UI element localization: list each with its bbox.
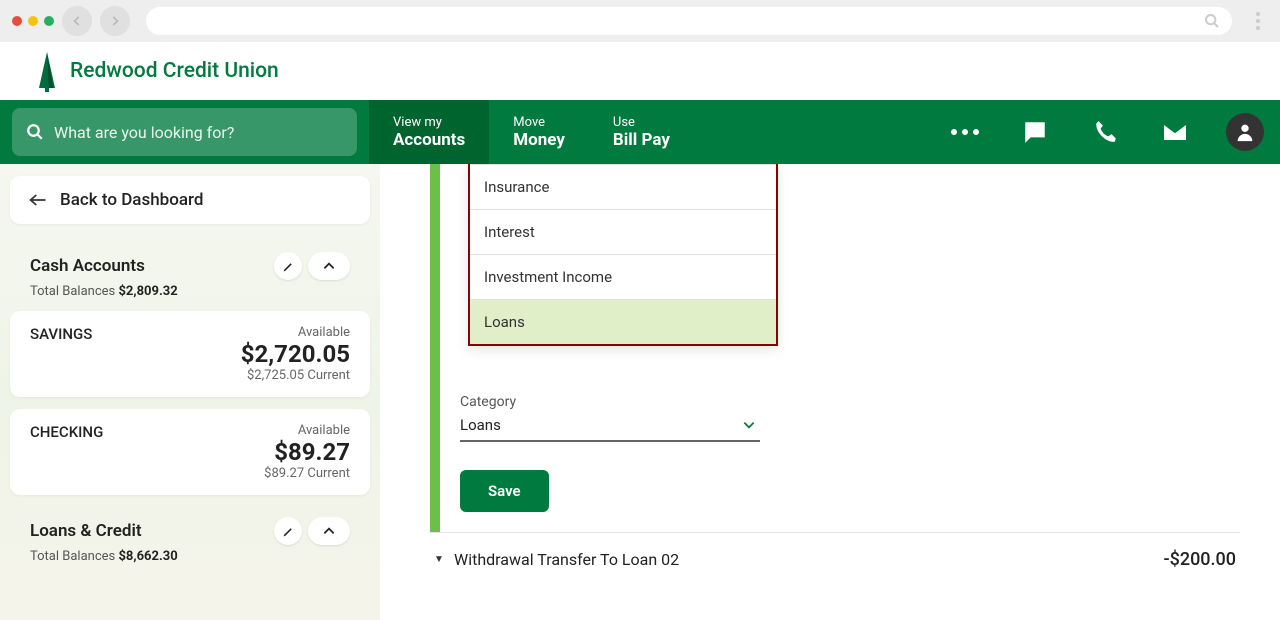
pencil-icon	[282, 525, 295, 538]
dropdown-item-interest[interactable]: Interest	[470, 209, 776, 254]
available-label: Available	[264, 423, 350, 438]
avatar-icon	[1226, 113, 1264, 151]
section-title: Cash Accounts	[30, 256, 268, 276]
nav-tab-small: Move	[513, 115, 565, 130]
more-menu-button[interactable]	[930, 100, 1000, 164]
category-label: Category	[460, 394, 1240, 410]
back-to-dashboard-button[interactable]: Back to Dashboard	[10, 176, 370, 224]
edit-button[interactable]	[274, 252, 302, 280]
collapse-button[interactable]	[308, 517, 350, 545]
nav-tab-money[interactable]: Move Money	[489, 100, 589, 164]
accent-stripe	[430, 164, 440, 532]
nav-tab-accounts[interactable]: View my Accounts	[369, 100, 489, 164]
browser-chrome	[0, 0, 1280, 42]
body: Back to Dashboard Cash Accounts Total Ba…	[0, 164, 1280, 620]
available-amount: $2,720.05	[241, 340, 350, 368]
chat-icon	[1022, 119, 1048, 145]
logo-bar: Redwood Credit Union	[0, 42, 1280, 100]
brand-logo[interactable]: Redwood Credit Union	[34, 50, 279, 92]
account-card-checking[interactable]: CHECKING Available $89.27 $89.27 Current	[10, 409, 370, 495]
nav-tab-small: Use	[613, 115, 670, 130]
current-amount: $89.27 Current	[264, 466, 350, 481]
category-dropdown[interactable]: Insurance Interest Investment Income Loa…	[468, 164, 778, 346]
maximize-window-icon[interactable]	[44, 16, 54, 26]
more-icon	[951, 129, 979, 135]
account-name: SAVINGS	[30, 325, 241, 343]
arrow-left-icon	[28, 192, 48, 208]
chat-button[interactable]	[1000, 100, 1070, 164]
search-icon	[1204, 13, 1220, 29]
dropdown-item-insurance[interactable]: Insurance	[470, 164, 776, 209]
top-nav: View my Accounts Move Money Use Bill Pay	[0, 100, 1280, 164]
sidebar: Back to Dashboard Cash Accounts Total Ba…	[0, 164, 380, 620]
caret-down-icon: ▼	[434, 554, 454, 565]
mail-button[interactable]	[1140, 100, 1210, 164]
window-controls	[12, 16, 54, 26]
section-subtitle: Total Balances $2,809.32	[10, 284, 370, 311]
category-value: Loans	[460, 416, 501, 434]
nav-tab-small: View my	[393, 115, 465, 130]
account-name: CHECKING	[30, 423, 264, 441]
available-amount: $89.27	[264, 438, 350, 466]
back-label: Back to Dashboard	[60, 190, 203, 210]
browser-forward-button[interactable]	[100, 6, 130, 36]
collapse-button[interactable]	[308, 252, 350, 280]
mail-icon	[1161, 121, 1189, 143]
transaction-panel: Category Loans Save Insurance Interest I…	[430, 164, 1240, 533]
dropdown-item-investment-income[interactable]: Investment Income	[470, 254, 776, 299]
section-title: Loans & Credit	[30, 521, 268, 541]
current-amount: $2,725.05 Current	[241, 368, 350, 383]
transaction-row[interactable]: ▼ Withdrawal Transfer To Loan 02 -$200.0…	[430, 533, 1240, 570]
url-bar[interactable]	[146, 7, 1232, 35]
search-box[interactable]	[12, 108, 357, 156]
section-header-loans: Loans & Credit	[10, 517, 370, 549]
dropdown-item-loans[interactable]: Loans	[470, 299, 776, 344]
tree-icon	[34, 50, 60, 92]
pencil-icon	[282, 260, 295, 273]
edit-button[interactable]	[274, 517, 302, 545]
chevron-down-icon	[742, 420, 756, 430]
search-icon	[26, 123, 44, 141]
browser-back-button[interactable]	[62, 6, 92, 36]
transaction-amount: -$200.00	[1163, 549, 1236, 570]
save-button[interactable]: Save	[460, 470, 549, 512]
brand-name: Redwood Credit Union	[70, 59, 279, 83]
category-select[interactable]: Loans	[460, 410, 760, 442]
nav-tab-big: Bill Pay	[613, 130, 670, 150]
profile-button[interactable]	[1210, 100, 1280, 164]
phone-icon	[1092, 119, 1118, 145]
search-input[interactable]	[54, 123, 343, 142]
chevron-up-icon	[322, 261, 336, 271]
transaction-description: Withdrawal Transfer To Loan 02	[454, 550, 1163, 569]
account-card-savings[interactable]: SAVINGS Available $2,720.05 $2,725.05 Cu…	[10, 311, 370, 397]
available-label: Available	[241, 325, 350, 340]
browser-menu-icon[interactable]	[1248, 12, 1268, 30]
nav-tab-billpay[interactable]: Use Bill Pay	[589, 100, 694, 164]
minimize-window-icon[interactable]	[28, 16, 38, 26]
close-window-icon[interactable]	[12, 16, 22, 26]
nav-tab-big: Money	[513, 130, 565, 150]
main: Category Loans Save Insurance Interest I…	[380, 164, 1280, 620]
section-header-cash: Cash Accounts	[10, 252, 370, 284]
section-subtitle: Total Balances $8,662.30	[10, 549, 370, 576]
nav-tab-big: Accounts	[393, 130, 465, 150]
chevron-up-icon	[322, 526, 336, 536]
phone-button[interactable]	[1070, 100, 1140, 164]
